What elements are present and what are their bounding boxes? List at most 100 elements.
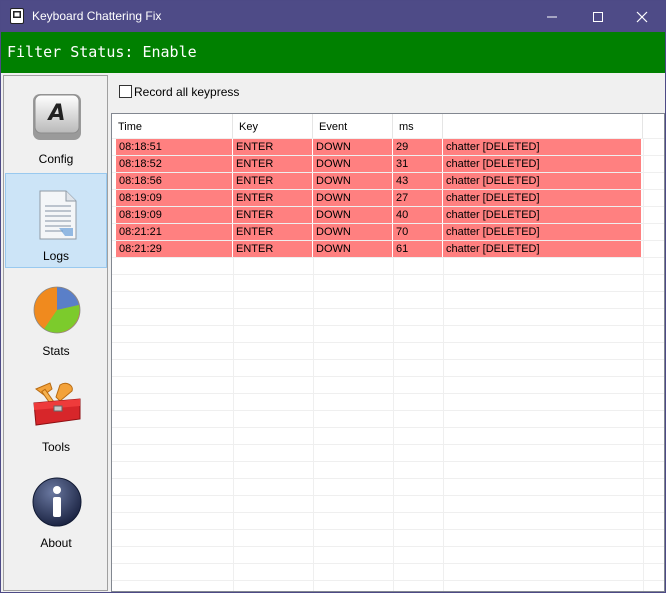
grid-line — [112, 393, 664, 394]
svg-text:A: A — [46, 101, 65, 126]
cell-key: ENTER — [233, 173, 313, 189]
cell-event: DOWN — [313, 190, 393, 206]
sidebar-item-tools[interactable]: Tools — [5, 365, 107, 460]
cell-ms: 29 — [393, 139, 443, 155]
close-button[interactable] — [619, 1, 665, 32]
grid-line — [112, 563, 664, 564]
grid-line — [112, 376, 664, 377]
cell-key: ENTER — [233, 224, 313, 240]
document-icon — [39, 190, 77, 240]
cell-ms: 27 — [393, 190, 443, 206]
cell-key: ENTER — [233, 190, 313, 206]
sidebar-item-config[interactable]: A Config — [5, 77, 107, 172]
grid-line — [112, 461, 664, 462]
column-header-ms[interactable]: ms — [393, 114, 443, 138]
maximize-icon — [593, 11, 603, 22]
grid-line — [112, 257, 664, 258]
keyboard-key-icon: A — [33, 94, 81, 140]
cell-event: DOWN — [313, 224, 393, 240]
sidebar-item-about[interactable]: About — [5, 461, 107, 556]
column-header-note[interactable] — [443, 114, 643, 138]
filter-status-text: Filter Status: Enable — [7, 43, 197, 61]
grid-line — [112, 359, 664, 360]
grid-line — [112, 274, 664, 275]
grid-line — [112, 444, 664, 445]
window-title: Keyboard Chattering Fix — [32, 9, 162, 23]
maximize-button[interactable] — [575, 1, 621, 32]
info-icon — [32, 477, 82, 527]
cell-time: 08:18:51 — [116, 139, 233, 155]
cell-time: 08:19:09 — [116, 207, 233, 223]
app-icon — [10, 8, 24, 24]
grid-line — [112, 478, 664, 479]
minimize-icon — [547, 16, 557, 17]
sidebar-item-stats[interactable]: Stats — [5, 269, 107, 364]
cell-note: chatter [DELETED] — [443, 190, 642, 206]
grid-line — [112, 529, 664, 530]
toolbox-icon — [33, 382, 81, 426]
column-header-event[interactable]: Event — [313, 114, 393, 138]
cell-note: chatter [DELETED] — [443, 207, 642, 223]
grid-line — [112, 546, 664, 547]
table-row[interactable]: 08:19:09 ENTER DOWN 27 chatter [DELETED] — [116, 190, 642, 206]
cell-note: chatter [DELETED] — [443, 224, 642, 240]
cell-time: 08:18:52 — [116, 156, 233, 172]
sidebar-item-label: About — [40, 536, 72, 550]
close-icon — [636, 11, 648, 22]
sidebar-item-label: Config — [38, 152, 74, 166]
sidebar-item-label: Tools — [41, 440, 70, 454]
cell-ms: 31 — [393, 156, 443, 172]
pie-chart-icon — [33, 286, 81, 334]
log-table-header: Time Key Event ms — [112, 114, 664, 138]
cell-event: DOWN — [313, 139, 393, 155]
cell-key: ENTER — [233, 207, 313, 223]
cell-time: 08:19:09 — [116, 190, 233, 206]
sidebar-item-label: Logs — [42, 249, 70, 263]
table-row[interactable]: 08:18:56 ENTER DOWN 43 chatter [DELETED] — [116, 173, 642, 189]
title-bar[interactable]: Keyboard Chattering Fix — [1, 1, 665, 32]
cell-note: chatter [DELETED] — [443, 139, 642, 155]
cell-event: DOWN — [313, 207, 393, 223]
table-row[interactable]: 08:21:29 ENTER DOWN 61 chatter [DELETED] — [116, 241, 642, 257]
sidebar-item-label: Stats — [42, 344, 70, 358]
table-row[interactable]: 08:21:21 ENTER DOWN 70 chatter [DELETED] — [116, 224, 642, 240]
table-row[interactable]: 08:18:51 ENTER DOWN 29 chatter [DELETED] — [116, 139, 642, 155]
cell-key: ENTER — [233, 139, 313, 155]
cell-event: DOWN — [313, 173, 393, 189]
table-row[interactable]: 08:18:52 ENTER DOWN 31 chatter [DELETED] — [116, 156, 642, 172]
record-all-label[interactable]: Record all keypress — [134, 85, 239, 99]
column-header-key[interactable]: Key — [233, 114, 313, 138]
cell-event: DOWN — [313, 241, 393, 257]
cell-note: chatter [DELETED] — [443, 173, 642, 189]
grid-line — [112, 325, 664, 326]
grid-line — [112, 427, 664, 428]
column-header-time[interactable]: Time — [112, 114, 233, 138]
cell-ms: 61 — [393, 241, 443, 257]
cell-ms: 40 — [393, 207, 443, 223]
grid-line — [112, 410, 664, 411]
cell-key: ENTER — [233, 241, 313, 257]
sidebar: A Config Logs Stats Tools About — [3, 75, 108, 591]
grid-line — [112, 291, 664, 292]
filter-status-bar: Filter Status: Enable — [1, 32, 665, 73]
record-all-checkbox[interactable] — [119, 85, 132, 98]
sidebar-item-logs[interactable]: Logs — [5, 173, 107, 268]
grid-line — [112, 308, 664, 309]
app-window: Keyboard Chattering Fix Filter Status: E… — [0, 0, 666, 593]
grid-line — [112, 512, 664, 513]
cell-time: 08:18:56 — [116, 173, 233, 189]
minimize-button[interactable] — [529, 1, 575, 32]
grid-line — [112, 580, 664, 581]
cell-ms: 43 — [393, 173, 443, 189]
grid-line — [112, 342, 664, 343]
table-row[interactable]: 08:19:09 ENTER DOWN 40 chatter [DELETED] — [116, 207, 642, 223]
log-table[interactable]: Time Key Event ms 08:18:51 ENTER DOWN 29 cha… — [111, 113, 665, 592]
cell-key: ENTER — [233, 156, 313, 172]
cell-event: DOWN — [313, 156, 393, 172]
cell-ms: 70 — [393, 224, 443, 240]
cell-note: chatter [DELETED] — [443, 156, 642, 172]
cell-time: 08:21:29 — [116, 241, 233, 257]
grid-line — [112, 495, 664, 496]
cell-note: chatter [DELETED] — [443, 241, 642, 257]
grid-line — [643, 138, 644, 591]
